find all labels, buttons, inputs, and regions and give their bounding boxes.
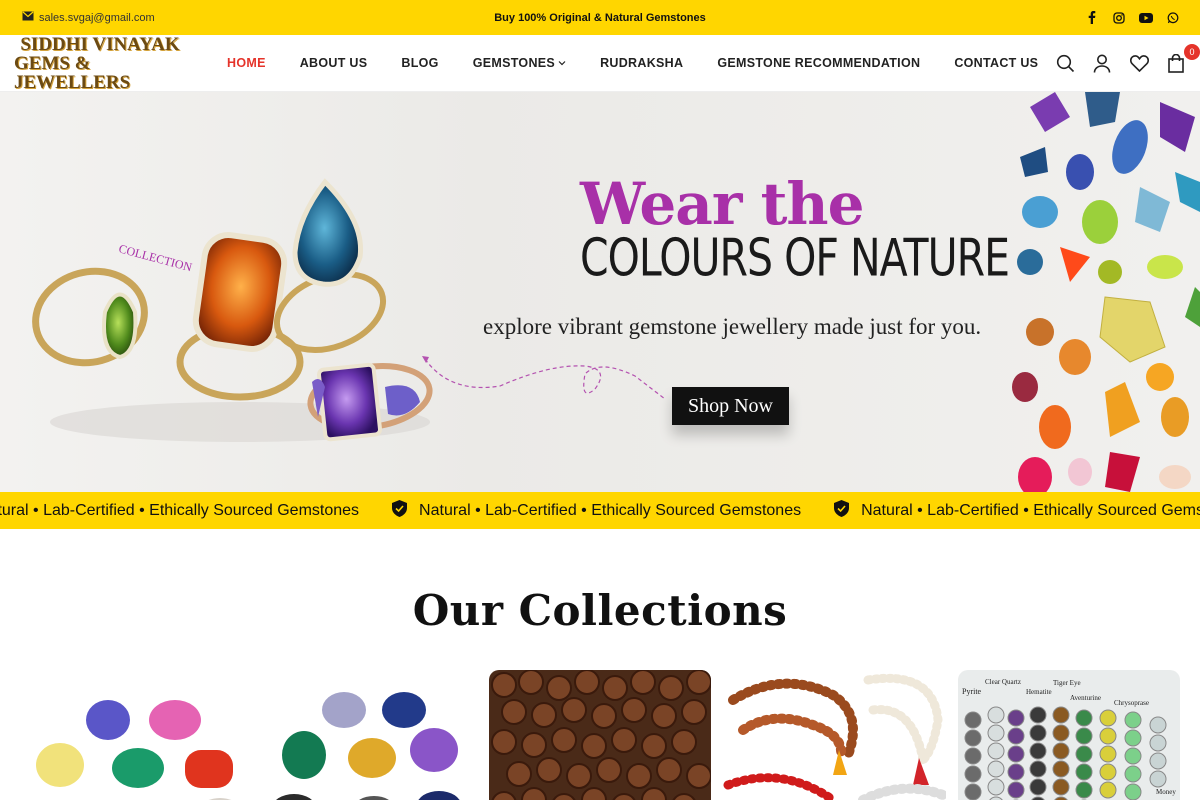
marquee-item: Natural • Lab-Certified • Ethically Sour… bbox=[834, 499, 1200, 522]
cart-bag-icon[interactable]: 0 bbox=[1166, 44, 1200, 73]
verified-shield-icon bbox=[392, 499, 408, 522]
nav-contact-us[interactable]: CONTACT US bbox=[954, 56, 1038, 70]
instagram-icon[interactable] bbox=[1112, 11, 1126, 25]
crystal-bracelets-image: Pyrite Clear Quartz Hematite Tiger Eye A… bbox=[957, 670, 1181, 800]
collections-grid: Pyrite Clear Quartz Hematite Tiger Eye A… bbox=[0, 670, 1200, 800]
hero-title-line2: COLOURS OF NATURE bbox=[580, 228, 1010, 288]
nav-gemstone-recommendation[interactable]: GEMSTONE RECOMMENDATION bbox=[717, 56, 920, 70]
hero-banner: COLLECTION Wear the COLOURS OF NATURE ex… bbox=[0, 92, 1200, 492]
mail-icon bbox=[22, 11, 34, 24]
main-nav: HOME ABOUT US BLOG GEMSTONES RUDRAKSHA G… bbox=[227, 56, 1072, 70]
semi-precious-gemstones-image bbox=[254, 670, 477, 800]
nav-rudraksha[interactable]: RUDRAKSHA bbox=[600, 56, 683, 70]
hero-subtitle: explore vibrant gemstone jewellery made … bbox=[483, 314, 982, 339]
cart-count-badge: 0 bbox=[1184, 44, 1200, 60]
ring-collection-label: COLLECTION bbox=[117, 241, 194, 274]
marquee-text: Natural • Lab-Certified • Ethically Sour… bbox=[0, 501, 360, 519]
mala-strings-image bbox=[723, 670, 946, 800]
bead-label-hematite: Hematite bbox=[1026, 688, 1052, 696]
user-account-icon[interactable] bbox=[1092, 53, 1112, 73]
collections-title: Our Collections bbox=[412, 586, 788, 635]
collection-card-precious-gemstones[interactable] bbox=[20, 670, 243, 800]
marquee-text: Natural • Lab-Certified • Ethically Sour… bbox=[861, 501, 1200, 519]
chevron-down-icon bbox=[558, 61, 566, 66]
shop-now-button[interactable]: Shop Now bbox=[672, 387, 789, 425]
collection-card-crystal-bracelets[interactable]: Pyrite Clear Quartz Hematite Tiger Eye A… bbox=[957, 670, 1181, 800]
whatsapp-icon[interactable] bbox=[1166, 11, 1180, 25]
rudraksha-beads-image bbox=[488, 670, 712, 800]
loose-gemstones-image bbox=[1012, 92, 1200, 492]
top-bar: sales.svgaj@gmail.com Buy 100% Original … bbox=[0, 0, 1200, 35]
rings-image: COLLECTION bbox=[32, 178, 433, 442]
collection-card-mala-strings[interactable] bbox=[723, 670, 946, 800]
collection-card-rudraksha-beads[interactable] bbox=[488, 670, 712, 800]
nav-blog[interactable]: BLOG bbox=[401, 56, 438, 70]
bead-label-chrysoprase: Chrysoprase bbox=[1114, 699, 1149, 707]
search-icon[interactable] bbox=[1055, 53, 1075, 73]
email-contact[interactable]: sales.svgaj@gmail.com bbox=[22, 11, 155, 24]
logo-line2: GEMS & JEWELLERS bbox=[14, 52, 131, 93]
bead-label-money: Money bbox=[1156, 788, 1176, 796]
wishlist-heart-icon[interactable] bbox=[1129, 53, 1149, 73]
header-icons: 0 bbox=[1055, 44, 1200, 73]
nav-about-us[interactable]: ABOUT US bbox=[300, 56, 368, 70]
precious-gemstones-image bbox=[20, 670, 243, 800]
nav-home[interactable]: HOME bbox=[227, 56, 266, 70]
facebook-icon[interactable] bbox=[1085, 11, 1099, 25]
main-header: SIDDHI VINAYAK GEMS & JEWELLERS HOME ABO… bbox=[0, 35, 1200, 92]
bead-label-pyrite: Pyrite bbox=[962, 687, 982, 696]
trust-marquee: Natural • Lab-Certified • Ethically Sour… bbox=[0, 492, 1200, 529]
nav-gemstones-label: GEMSTONES bbox=[472, 56, 556, 70]
marquee-item: Natural • Lab-Certified • Ethically Sour… bbox=[0, 502, 359, 520]
collection-card-semi-precious-gemstones[interactable] bbox=[254, 670, 477, 800]
site-logo[interactable]: SIDDHI VINAYAK GEMS & JEWELLERS bbox=[14, 35, 186, 92]
nav-gemstones[interactable]: GEMSTONES bbox=[473, 56, 566, 70]
bead-label-clear-quartz: Clear Quartz bbox=[985, 678, 1021, 686]
email-text[interactable]: sales.svgaj@gmail.com bbox=[39, 12, 155, 24]
verified-shield-icon bbox=[834, 499, 850, 522]
marquee-text: Natural • Lab-Certified • Ethically Sour… bbox=[419, 501, 802, 519]
marquee-item: Natural • Lab-Certified • Ethically Sour… bbox=[392, 499, 802, 522]
bead-label-aventurine: Aventurine bbox=[1070, 694, 1101, 702]
social-links bbox=[1085, 11, 1180, 25]
logo-line1: SIDDHI VINAYAK bbox=[20, 33, 180, 55]
youtube-icon[interactable] bbox=[1139, 11, 1153, 25]
decorative-swirl-line bbox=[422, 356, 666, 400]
bead-label-tiger-eye: Tiger Eye bbox=[1053, 679, 1081, 687]
promo-text: Buy 100% Original & Natural Gemstones bbox=[494, 11, 706, 24]
